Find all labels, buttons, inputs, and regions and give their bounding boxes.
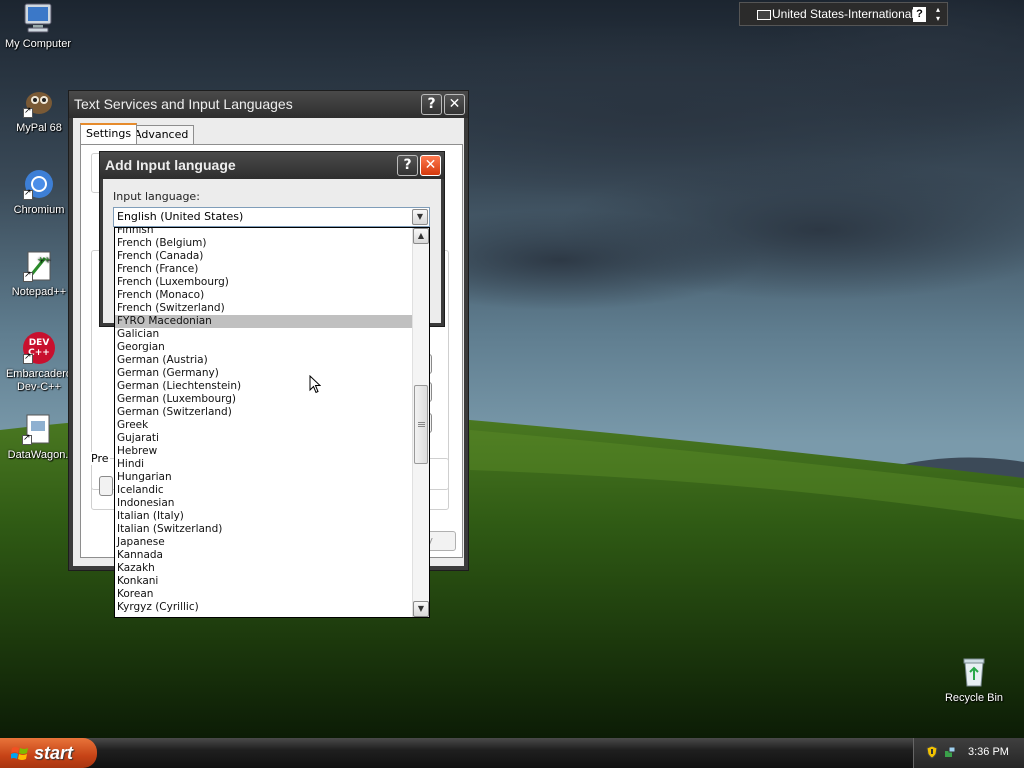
scrollbar-thumb[interactable] bbox=[414, 385, 428, 464]
language-list-item[interactable]: German (Switzerland) bbox=[115, 406, 413, 419]
notepad-plus-plus-icon: ++ bbox=[23, 250, 55, 282]
language-list-item[interactable]: French (Belgium) bbox=[115, 237, 413, 250]
desktop-icon-label-line2: Dev-C++ bbox=[16, 381, 62, 393]
tab-label: Settings bbox=[86, 127, 132, 140]
svg-text:++: ++ bbox=[37, 255, 50, 264]
desktop-icon-label: Chromium bbox=[13, 204, 65, 216]
clock[interactable]: 3:36 PM bbox=[968, 746, 1009, 758]
language-list-item[interactable]: Kannada bbox=[115, 549, 413, 562]
window-title: Text Services and Input Languages bbox=[74, 96, 293, 112]
chevron-down-icon[interactable]: ▼ bbox=[412, 209, 428, 225]
datawagon-icon bbox=[22, 413, 54, 445]
close-button[interactable]: ✕ bbox=[420, 155, 441, 176]
mouse-cursor-icon bbox=[309, 375, 321, 394]
language-list-item[interactable]: Japanese bbox=[115, 536, 413, 549]
desktop-icon-label: Notepad++ bbox=[11, 286, 67, 298]
desktop-icon-notepad-plus-plus[interactable]: ++ Notepad++ bbox=[1, 250, 77, 299]
language-list-item[interactable]: Kyrgyz (Cyrillic) bbox=[115, 601, 413, 614]
input-language-value: English (United States) bbox=[117, 210, 244, 223]
help-icon[interactable]: ? bbox=[913, 7, 926, 22]
language-list-item[interactable]: Gujarati bbox=[115, 432, 413, 445]
desktop-icon-my-computer[interactable]: My Computer bbox=[0, 2, 76, 51]
close-button[interactable]: ✕ bbox=[444, 94, 465, 115]
recycle-bin-icon bbox=[958, 656, 990, 688]
shortcut-arrow-icon bbox=[23, 188, 33, 200]
start-button[interactable]: start bbox=[0, 738, 97, 768]
language-list-item[interactable]: Hindi bbox=[115, 458, 413, 471]
language-list-item[interactable]: French (Monaco) bbox=[115, 289, 413, 302]
input-language-list[interactable]: Finnish French (Belgium) French (Canada) Fr… bbox=[114, 227, 430, 618]
desktop-icon-label-line1: Embarcadero bbox=[5, 368, 73, 380]
my-computer-icon bbox=[22, 2, 54, 34]
partial-button[interactable] bbox=[99, 476, 113, 496]
devcpp-icon-text-top: DEV bbox=[28, 338, 50, 348]
desktop-icon-chromium[interactable]: Chromium bbox=[1, 168, 77, 217]
keyboard-icon bbox=[757, 10, 771, 20]
tab-label: Advanced bbox=[134, 128, 189, 141]
language-list-item[interactable]: Korean bbox=[115, 588, 413, 601]
mypal-icon bbox=[23, 86, 55, 118]
language-bar-language[interactable]: United States-International bbox=[772, 7, 914, 21]
start-label: start bbox=[34, 743, 74, 763]
language-bar[interactable]: United States-International ? ▴ ▾ bbox=[739, 2, 948, 26]
shortcut-arrow-icon bbox=[23, 352, 33, 364]
input-language-label: Input language: bbox=[113, 190, 200, 203]
language-bar-options-icon[interactable]: ▴ ▾ bbox=[933, 5, 943, 23]
language-list-item[interactable]: Italian (Switzerland) bbox=[115, 523, 413, 536]
windows-logo-icon bbox=[11, 747, 28, 760]
text-services-titlebar[interactable]: Text Services and Input Languages bbox=[69, 91, 468, 118]
dialog-title: Add Input language bbox=[105, 157, 236, 173]
language-list-item[interactable]: Georgian bbox=[115, 341, 413, 354]
language-list-item[interactable]: Icelandic bbox=[115, 484, 413, 497]
security-shield-icon[interactable] bbox=[926, 745, 938, 759]
help-button[interactable]: ? bbox=[421, 94, 442, 115]
help-button[interactable]: ? bbox=[397, 155, 418, 176]
input-language-combobox[interactable]: English (United States) ▼ bbox=[113, 207, 430, 227]
scroll-up-icon[interactable]: ▲ bbox=[413, 228, 429, 244]
tab-advanced[interactable]: Advanced bbox=[128, 125, 195, 144]
desktop-icon-devcpp[interactable]: DEV C++ Embarcadero Dev-C++ bbox=[1, 332, 77, 394]
shortcut-arrow-icon bbox=[23, 106, 33, 118]
language-list-item[interactable]: Hungarian bbox=[115, 471, 413, 484]
language-list-item[interactable]: French (Canada) bbox=[115, 250, 413, 263]
scroll-down-icon[interactable]: ▼ bbox=[413, 601, 429, 617]
list-scrollbar[interactable]: ▲ ▼ bbox=[412, 228, 429, 617]
preferences-label: Pre bbox=[90, 452, 110, 465]
desktop-icon-mypal[interactable]: MyPal 68 bbox=[1, 86, 77, 135]
language-list-items: Finnish French (Belgium) French (Canada) Fr… bbox=[115, 228, 413, 614]
language-list-item[interactable]: Italian (Italy) bbox=[115, 510, 413, 523]
tab-settings[interactable]: Settings bbox=[80, 123, 138, 144]
language-list-item[interactable]: Greek bbox=[115, 419, 413, 432]
language-list-item[interactable]: German (Austria) bbox=[115, 354, 413, 367]
language-list-item[interactable]: Kazakh bbox=[115, 562, 413, 575]
language-list-item[interactable]: FYRO Macedonian bbox=[115, 315, 413, 328]
chromium-icon bbox=[23, 168, 55, 200]
language-list-item[interactable]: Hebrew bbox=[115, 445, 413, 458]
desktop-icon-label: Recycle Bin bbox=[944, 692, 1004, 704]
desktop-icon-label: MyPal 68 bbox=[16, 122, 62, 134]
add-input-language-titlebar[interactable]: Add Input language bbox=[100, 152, 444, 179]
network-icon[interactable] bbox=[944, 745, 956, 759]
language-list-item[interactable]: French (France) bbox=[115, 263, 413, 276]
language-list-item[interactable]: French (Luxembourg) bbox=[115, 276, 413, 289]
language-list-item[interactable]: German (Germany) bbox=[115, 367, 413, 380]
shortcut-arrow-icon bbox=[22, 433, 32, 445]
devcpp-icon: DEV C++ bbox=[23, 332, 55, 364]
desktop-icon-label: My Computer bbox=[4, 38, 72, 50]
system-tray: 3:36 PM bbox=[913, 738, 1024, 768]
language-list-item[interactable]: Galician bbox=[115, 328, 413, 341]
shortcut-arrow-icon bbox=[23, 270, 33, 282]
language-list-item[interactable]: Finnish bbox=[115, 228, 413, 237]
language-list-item[interactable]: French (Switzerland) bbox=[115, 302, 413, 315]
language-list-item[interactable]: Konkani bbox=[115, 575, 413, 588]
language-list-item[interactable]: German (Liechtenstein) bbox=[115, 380, 413, 393]
taskbar: start 3:36 PM bbox=[0, 738, 1024, 768]
desktop-icon-recycle-bin[interactable]: Recycle Bin bbox=[936, 656, 1012, 705]
language-list-item[interactable]: Indonesian bbox=[115, 497, 413, 510]
language-list-item[interactable]: German (Luxembourg) bbox=[115, 393, 413, 406]
